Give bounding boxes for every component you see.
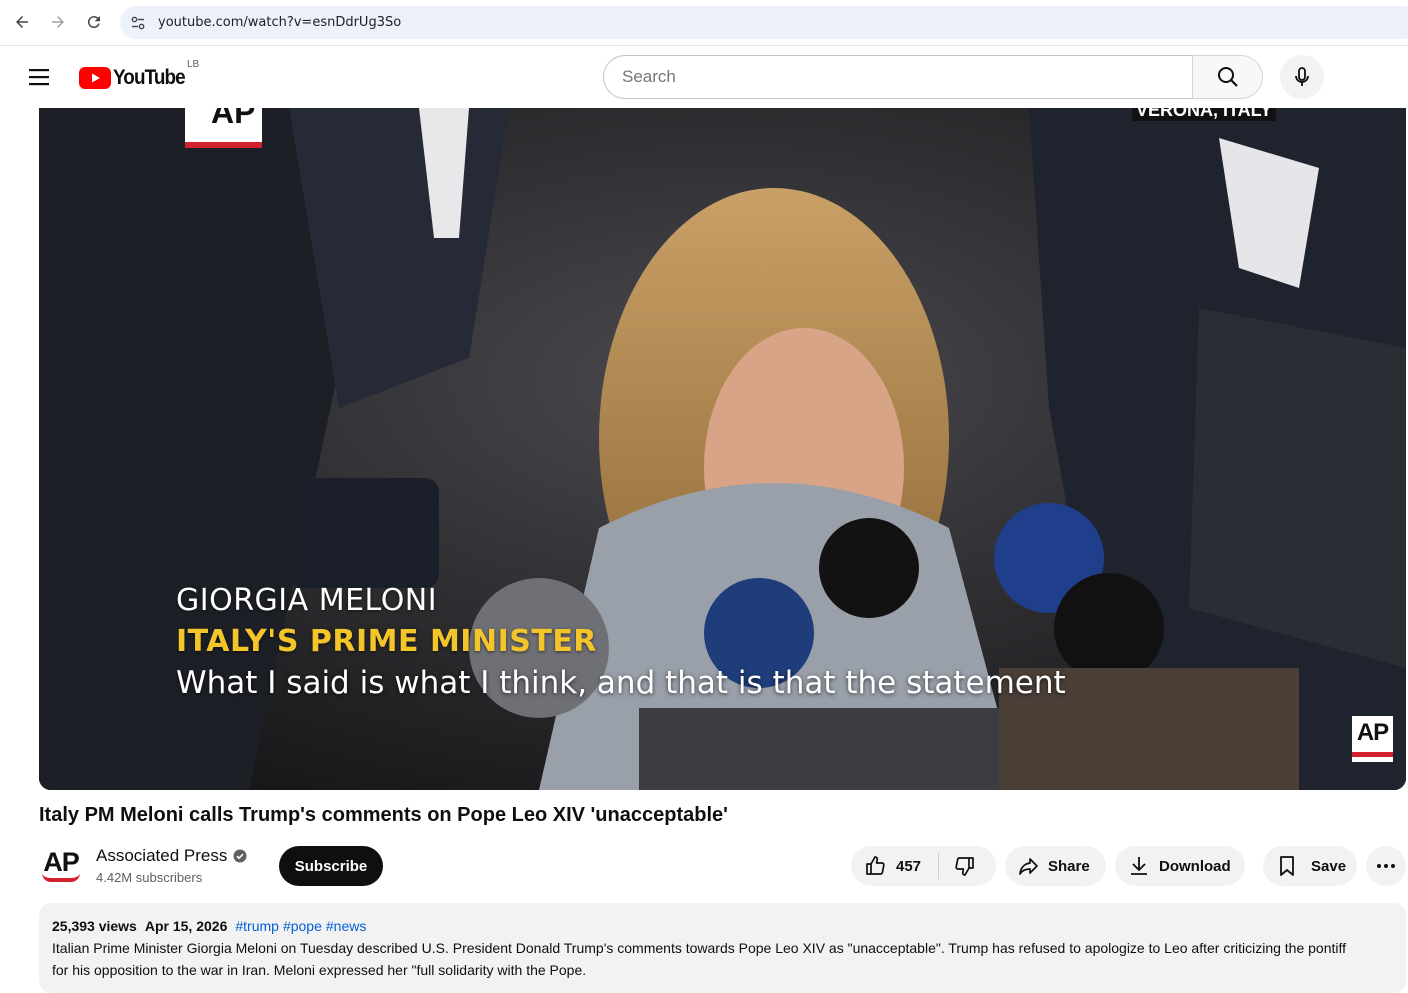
forward-icon[interactable] [45,9,71,35]
dislike-button[interactable] [939,854,977,878]
caption-role: ITALY'S PRIME MINISTER [176,624,597,659]
more-horizontal-icon [1377,864,1395,868]
site-settings-icon[interactable] [130,15,146,31]
like-dislike-group: 457 [851,846,996,886]
description-meta: 25,393 views Apr 15, 2026 #trump #pope #… [52,918,1393,934]
bookmark-icon [1280,856,1294,876]
location-banner: VERONA, ITALY [1132,108,1277,121]
description-text: Italian Prime Minister Giorgia Meloni on… [52,940,1347,978]
download-button[interactable]: Download [1115,846,1245,886]
hashtag-link[interactable]: #news [326,918,366,934]
youtube-header: YouTube LB [0,46,1408,108]
search-icon [1217,67,1238,87]
hashtag-link[interactable]: #trump [235,918,279,934]
channel-avatar[interactable]: AP [39,843,83,887]
verified-badge-icon [233,849,247,863]
reload-icon[interactable] [81,9,107,35]
voice-search-button[interactable] [1280,55,1324,99]
video-title: Italy PM Meloni calls Trump's comments o… [39,804,728,826]
share-button[interactable]: Share [1005,846,1106,886]
hashtag-link[interactable]: #pope [283,918,322,934]
download-icon [1131,857,1147,875]
more-actions-button[interactable] [1366,846,1406,886]
upload-date: Apr 15, 2026 [144,918,228,934]
microphone-icon [1295,67,1309,86]
ap-watermark: AP [1352,716,1393,762]
youtube-wordmark: YouTube [113,66,186,89]
url-text[interactable]: youtube.com/watch?v=esnDdrUg3So [158,15,401,30]
hashtags: #trump #pope #news [235,918,366,934]
lower-third-caption: GIORGIA MELONI ITALY'S PRIME MINISTER Wh… [176,583,1066,701]
thumbs-down-icon [955,857,974,876]
like-button[interactable]: 457 [851,853,939,879]
like-count: 457 [896,857,922,875]
share-icon [1019,858,1038,875]
channel-name[interactable]: Associated Press [96,846,247,866]
save-button[interactable]: Save [1263,846,1357,886]
caption-name: GIORGIA MELONI [176,583,438,618]
youtube-play-icon [79,67,111,89]
ap-logo-top: AP [185,108,262,148]
thumbs-up-icon [866,856,885,875]
subscriber-count: 4.42M subscribers [96,870,203,885]
region-code: LB [187,59,200,70]
search-button[interactable] [1192,55,1263,99]
video-player[interactable]: AP VERONA, ITALY GIORGIA MELONI ITALY'S … [39,108,1406,790]
address-bar[interactable]: youtube.com/watch?v=esnDdrUg3So [120,6,1408,39]
youtube-logo[interactable]: YouTube LB [79,59,199,90]
back-icon[interactable] [9,9,35,35]
caption-subtitle: What I said is what I think, and that is… [176,665,1066,701]
description-box[interactable]: 25,393 views Apr 15, 2026 #trump #pope #… [39,903,1406,993]
view-count: 25,393 views [52,918,137,934]
subscribe-button[interactable]: Subscribe [279,846,383,886]
search-box [603,55,1193,99]
hamburger-menu-icon[interactable] [22,59,58,95]
browser-toolbar: youtube.com/watch?v=esnDdrUg3So [0,0,1408,46]
search-input[interactable] [622,67,1193,87]
